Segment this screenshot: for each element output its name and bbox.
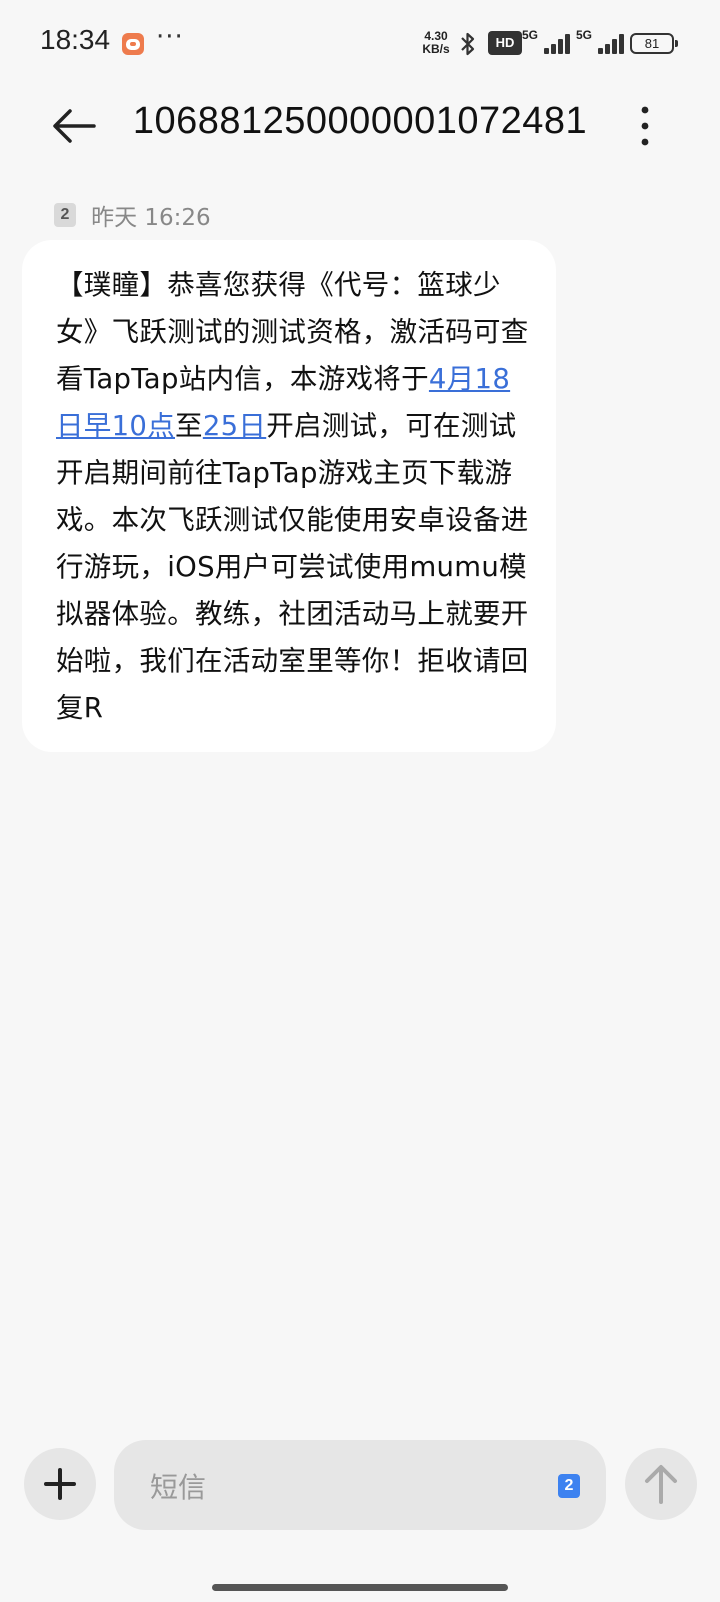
send-button[interactable] [625,1448,697,1520]
sim-card-badge: 2 [54,203,76,227]
more-notifications-icon: ··· [156,22,184,52]
message-timestamp: 2 昨天 16:26 [54,198,211,231]
battery-level: 81 [644,36,660,51]
message-text-part: 开启测试，可在测试开启期间前往TapTap游戏主页下载游戏。本次飞跃测试仅能使用… [56,410,529,724]
message-text: 【璞瞳】恭喜您获得《代号：篮球少女》飞跃测试的测试资格，激活码可查看TapTap… [56,262,530,732]
plus-icon [44,1468,76,1500]
home-indicator[interactable] [212,1584,508,1591]
sim1-signal: 5G [522,26,572,58]
sim-select-badge[interactable]: 2 [558,1474,580,1498]
battery-icon: 81 [630,33,678,54]
network-speed-unit: KB/s [422,42,450,56]
signal-bars-icon [536,32,570,54]
message-bubble[interactable]: 【璞瞳】恭喜您获得《代号：篮球少女》飞跃测试的测试资格，激活码可查看TapTap… [22,240,556,752]
message-text-part: 至 [175,410,203,442]
bluetooth-icon [461,32,475,56]
more-options-button[interactable] [630,100,660,152]
sim2-signal: 5G [576,26,626,58]
timestamp-text: 昨天 16:26 [91,205,211,231]
input-placeholder: 短信 [150,1471,207,1504]
sender-number-title: 106881250000001072481 [132,100,588,142]
status-bar: 18:34 ··· 4.30 KB/s HD 5G 5G 81 [0,0,720,86]
message-input[interactable]: 短信 2 [114,1440,606,1530]
conversation-header: 106881250000001072481 [0,86,720,196]
add-attachment-button[interactable] [24,1448,96,1520]
hd-voice-icon: HD [488,31,522,55]
arrow-up-icon [645,1465,677,1504]
sms-conversation-screen: 18:34 ··· 4.30 KB/s HD 5G 5G 81 10688125… [0,0,720,1602]
network-speed: 4.30 KB/s [418,30,454,56]
date-link[interactable]: 25日 [203,410,266,442]
status-time: 18:34 [40,24,111,55]
app-notification-icon [122,33,144,55]
more-vertical-icon [641,106,649,146]
signal-bars-icon [590,32,624,54]
